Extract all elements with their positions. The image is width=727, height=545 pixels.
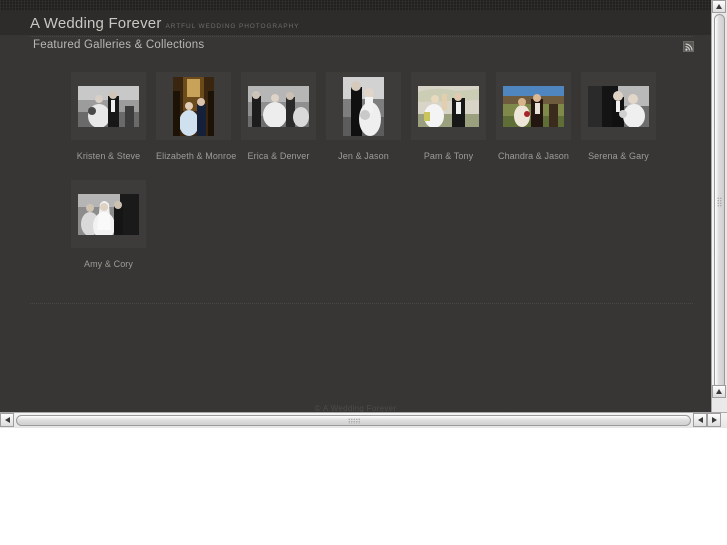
chevron-up-icon (716, 4, 722, 9)
chevron-right-icon (711, 417, 717, 423)
vertical-scrollbar-thumb[interactable] (714, 14, 725, 389)
gallery-label: Serena & Gary (588, 151, 649, 161)
vertical-scrollbar[interactable] (711, 0, 727, 412)
gallery-item-pam-tony[interactable]: Pam & Tony (411, 72, 486, 161)
horizontal-scrollbar[interactable] (0, 412, 727, 428)
gallery-thumbnail[interactable] (581, 72, 656, 140)
scroll-left-button-right[interactable] (693, 413, 707, 427)
scrollbar-grip (347, 418, 360, 424)
scrollbar-corner (711, 398, 727, 412)
section-title: Featured Galleries & Collections (33, 39, 205, 51)
site-footer-copyright: © A Wedding Forever (314, 404, 397, 412)
scroll-up-button-bottom[interactable] (712, 385, 726, 398)
scroll-left-button[interactable] (0, 413, 14, 427)
gallery-photo (588, 86, 649, 127)
gallery-photo (248, 86, 309, 127)
gallery-label: Jen & Jason (338, 151, 389, 161)
gallery-item-kristen-steve[interactable]: Kristen & Steve (71, 72, 146, 161)
gallery-label: Amy & Cory (83, 259, 133, 269)
rss-feed-icon[interactable] (683, 41, 694, 52)
gallery-photo (343, 77, 384, 136)
page-viewport: A Wedding Forever ARTFUL WEDDING PHOTOGR… (0, 0, 711, 412)
gallery-item-serena-gary[interactable]: Serena & Gary (581, 72, 656, 161)
scroll-up-button[interactable] (712, 0, 726, 13)
scroll-right-button[interactable] (707, 413, 721, 427)
browser-screenshot: A Wedding Forever ARTFUL WEDDING PHOTOGR… (0, 0, 727, 545)
gallery-item-elizabeth-monroe[interactable]: Elizabeth & Monroe (156, 72, 237, 161)
page-top-texture-band (0, 0, 711, 11)
scrollbar-grip (717, 196, 722, 207)
gallery-label: Elizabeth & Monroe (156, 151, 237, 161)
desktop-background (0, 428, 727, 545)
divider-bottom (30, 303, 693, 304)
gallery-thumbnail[interactable] (496, 72, 571, 140)
gallery-row: Kristen & Steve Elizabeth & Monroe Erica… (71, 72, 691, 161)
gallery-item-chandra-jason[interactable]: Chandra & Jason (496, 72, 571, 161)
gallery-item-erica-denver[interactable]: Erica & Denver (241, 72, 316, 161)
gallery-item-jen-jason[interactable]: Jen & Jason (326, 72, 401, 161)
gallery-thumbnail[interactable] (411, 72, 486, 140)
gallery-thumbnail[interactable] (71, 180, 146, 248)
gallery-label: Erica & Denver (247, 151, 310, 161)
chevron-left-icon (697, 417, 703, 423)
chevron-up-icon (716, 389, 722, 394)
divider-top (30, 36, 693, 37)
gallery-label: Kristen & Steve (76, 151, 141, 161)
gallery-label: Pam & Tony (423, 151, 474, 161)
gallery-thumbnail[interactable] (326, 72, 401, 140)
gallery-row: Amy & Cory (71, 180, 691, 269)
gallery-photo (78, 194, 139, 235)
chevron-left-icon (4, 417, 10, 423)
gallery-photo (78, 86, 139, 127)
gallery-grid: Kristen & Steve Elizabeth & Monroe Erica… (71, 72, 691, 269)
gallery-item-amy-cory[interactable]: Amy & Cory (71, 180, 146, 269)
site-title[interactable]: A Wedding Forever (30, 11, 162, 36)
gallery-photo (418, 86, 479, 127)
horizontal-scrollbar-thumb[interactable] (16, 415, 691, 426)
gallery-photo (173, 77, 214, 136)
gallery-thumbnail[interactable] (241, 72, 316, 140)
gallery-label: Chandra & Jason (497, 151, 570, 161)
gallery-thumbnail[interactable] (71, 72, 146, 140)
gallery-thumbnail[interactable] (156, 72, 231, 140)
gallery-photo (503, 86, 564, 127)
site-header: A Wedding Forever ARTFUL WEDDING PHOTOGR… (0, 11, 711, 36)
